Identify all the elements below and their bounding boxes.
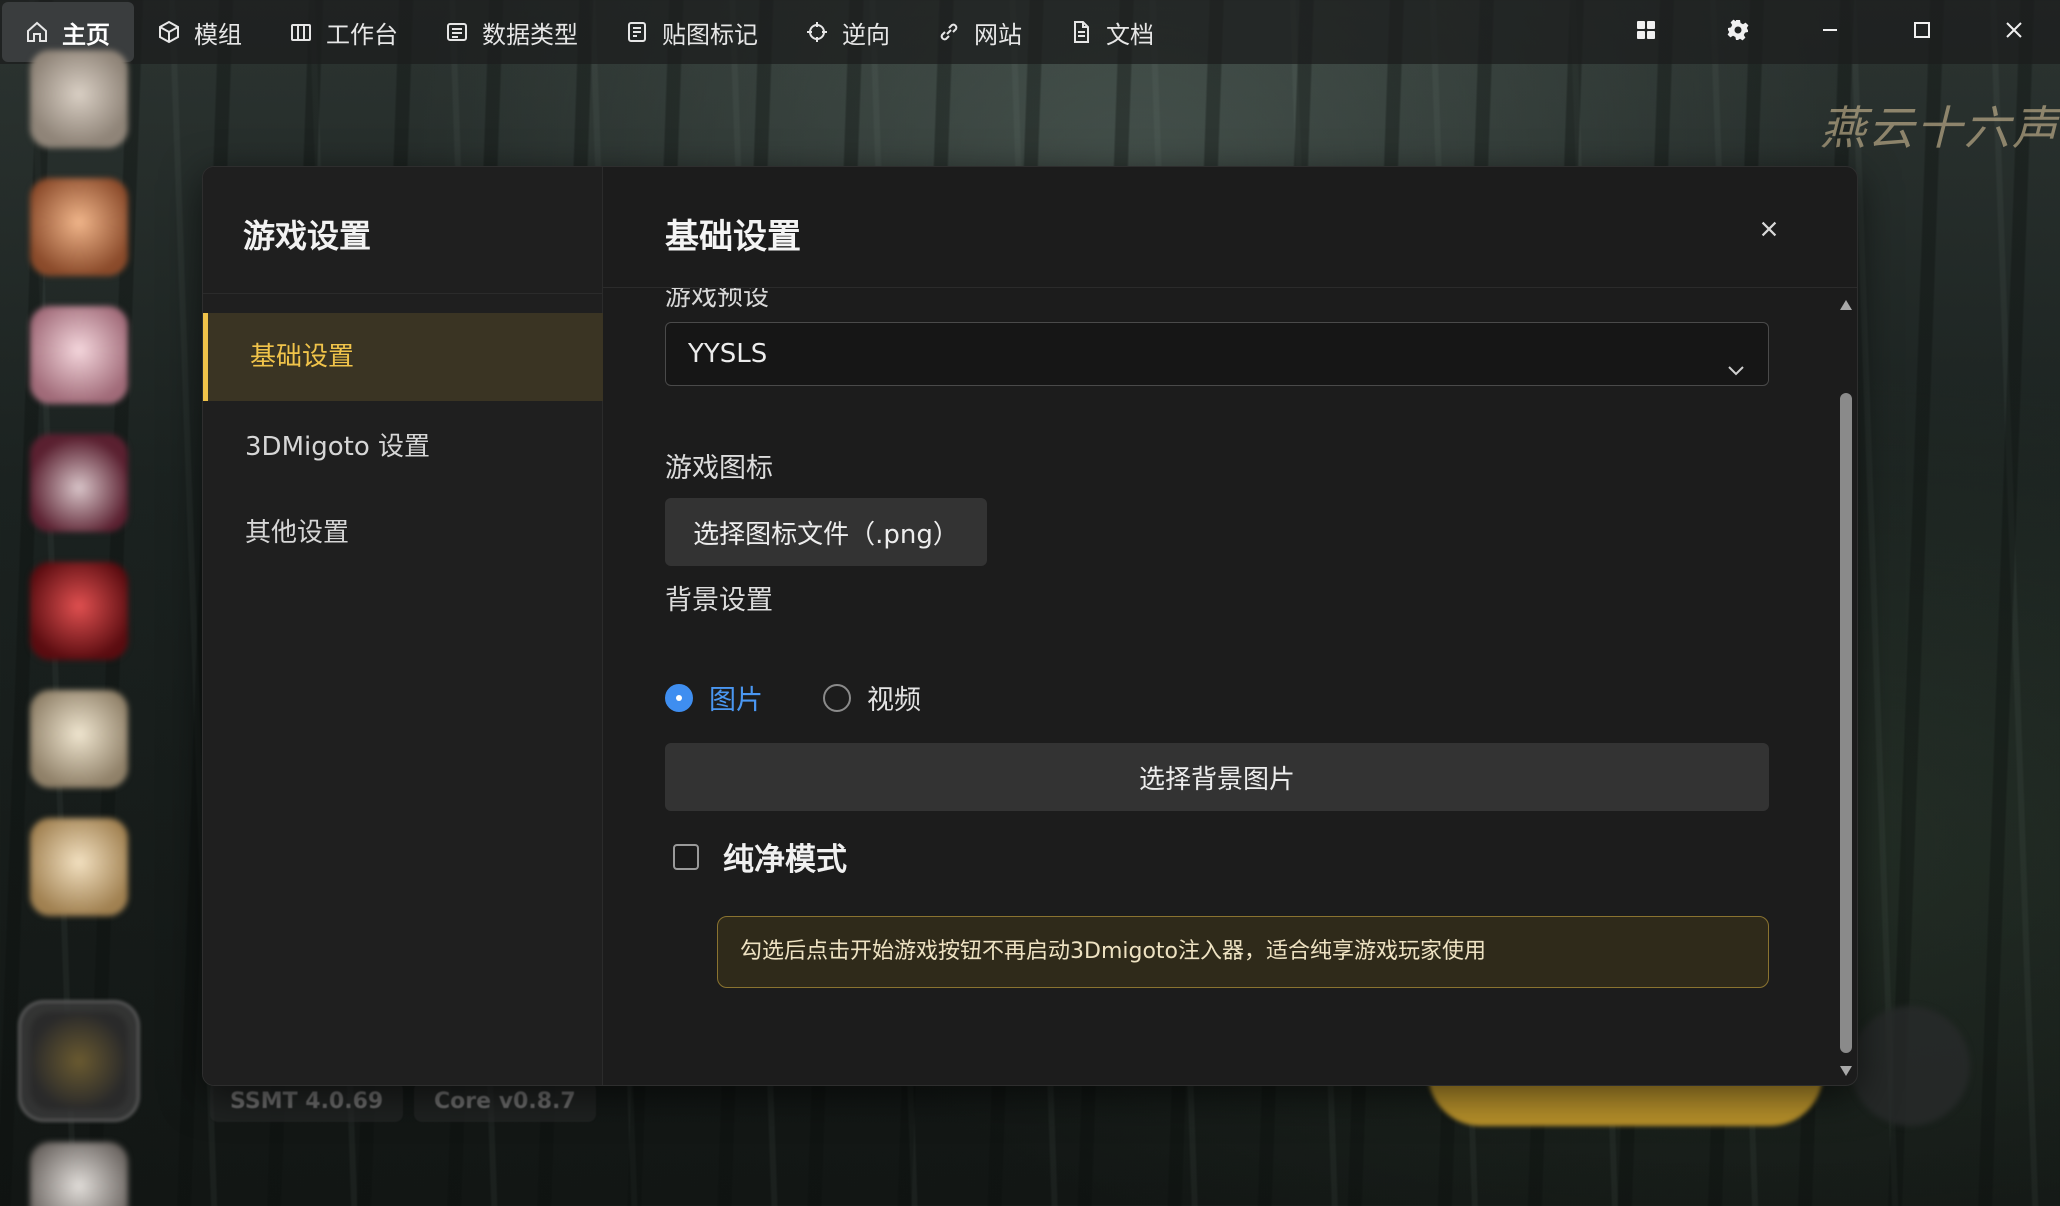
workbench-icon [288,19,314,45]
nav-item-website[interactable]: 网站 [914,0,1046,64]
game-settings-dialog: 游戏设置 基础设置 3DMigoto 设置 其他设置 基础设置 游戏预设 YYS… [202,166,1858,1086]
game-tile[interactable] [30,50,128,148]
nav-item-workbench[interactable]: 工作台 [266,0,422,64]
game-rail [0,50,150,1206]
sidebar-item-basic[interactable]: 基础设置 [203,313,603,401]
round-action-button[interactable] [1850,1006,1970,1126]
grid-button[interactable] [1600,0,1692,64]
radio-indicator [665,683,693,712]
nav-label: 模组 [194,20,242,49]
ssmt-version-tag: SSMT 4.0.69 [210,1082,404,1122]
pure-mode-label: 纯净模式 [723,842,847,878]
select-icon-file-button[interactable]: 选择图标文件（.png） [665,498,987,566]
scroll-thumb[interactable] [1840,393,1852,1053]
scroll-up-arrow-icon[interactable] [1839,297,1853,311]
nav-item-reverse[interactable]: 逆向 [782,0,914,64]
sidebar-item-other[interactable]: 其他设置 [203,489,603,577]
cube-icon [156,19,182,45]
maximize-icon [1910,18,1934,46]
maximize-button[interactable] [1876,0,1968,64]
game-tile[interactable] [30,178,128,276]
close-icon [1758,218,1780,244]
game-tile[interactable] [30,818,128,916]
game-tile[interactable] [30,562,128,660]
radio-label: 图片 [709,685,763,716]
game-tile[interactable] [30,306,128,404]
game-icon-label: 游戏图标 [665,453,773,484]
radio-label: 视频 [867,685,921,716]
background-type-radios: 图片 视频 [665,678,981,717]
crosshair-icon [804,19,830,45]
link-icon [936,19,962,45]
game-logo-watermark: 燕云十六声 [1820,101,2060,155]
dialog-close-button[interactable] [1749,211,1789,251]
divider [203,293,603,294]
settings-icon [1726,18,1750,46]
game-tile[interactable] [30,1142,128,1206]
nav-item-mods[interactable]: 模组 [134,0,266,64]
background-settings-label: 背景设置 [665,585,773,616]
pure-mode-checkbox-row[interactable]: 纯净模式 [673,834,847,879]
nav-label: 网站 [974,20,1022,49]
core-version-tag: Core v0.8.7 [414,1082,596,1122]
pure-mode-notice: 勾选后点击开始游戏按钮不再启动3Dmigoto注入器，适合纯享游戏玩家使用 [717,916,1769,988]
game-preset-label: 游戏预设 [665,288,770,312]
nav-item-data-type[interactable]: 数据类型 [422,0,602,64]
nav-item-texture-mark[interactable]: 贴图标记 [602,0,782,64]
nav-label: 主页 [62,20,110,49]
nav-label: 贴图标记 [662,20,758,49]
minimize-button[interactable] [1784,0,1876,64]
nav-item-docs[interactable]: 文档 [1046,0,1178,64]
dialog-sidebar: 游戏设置 基础设置 3DMigoto 设置 其他设置 [203,167,603,1085]
texture-mark-icon [624,19,650,45]
dialog-main-panel: 基础设置 游戏预设 YYSLS 游戏图标 选择图标文件（.png） 背景设置 图… [603,167,1857,1085]
settings-scroll-area[interactable]: 游戏预设 YYSLS 游戏图标 选择图标文件（.png） 背景设置 图片 视频 … [603,288,1857,1085]
home-icon [24,19,50,45]
select-value: YYSLS [688,339,768,369]
game-preset-select[interactable]: YYSLS [665,322,1769,386]
close-icon [2002,18,2026,46]
radio-video[interactable]: 视频 [823,678,921,717]
top-nav-bar: 主页 模组 工作台 数据类型 贴图标记 逆向 网站 文档 [0,0,2060,64]
radio-image[interactable]: 图片 [665,678,763,717]
game-tile[interactable] [30,690,128,788]
nav-tabs: 主页 模组 工作台 数据类型 贴图标记 逆向 网站 文档 [0,0,1178,64]
nav-label: 工作台 [326,20,398,49]
window-controls [1600,0,2060,64]
grid-icon [1634,18,1658,46]
pure-mode-checkbox[interactable] [673,843,699,870]
sidebar-title: 游戏设置 [243,217,372,255]
data-type-icon [444,19,470,45]
panel-title: 基础设置 [665,217,801,257]
nav-label: 文档 [1106,20,1154,49]
scroll-down-arrow-icon[interactable] [1839,1063,1853,1077]
settings-button[interactable] [1692,0,1784,64]
chevron-down-icon [1724,343,1748,376]
vertical-scrollbar[interactable] [1837,293,1855,1083]
window-close-button[interactable] [1968,0,2060,64]
nav-label: 逆向 [842,20,890,49]
game-tile[interactable] [30,434,128,532]
select-background-image-button[interactable]: 选择背景图片 [665,743,1769,811]
minimize-icon [1818,18,1842,46]
nav-label: 数据类型 [482,20,578,49]
game-tile-selected[interactable] [30,1012,128,1110]
document-icon [1068,19,1094,45]
sidebar-item-3dmigoto[interactable]: 3DMigoto 设置 [203,403,603,491]
radio-indicator [823,683,851,712]
